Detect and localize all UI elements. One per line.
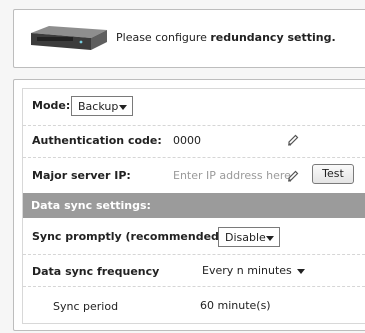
data-sync-header: Data sync settings: [23, 193, 365, 218]
mode-select[interactable]: Backup [71, 96, 133, 116]
sync-promptly-select[interactable]: Disable [218, 227, 280, 247]
sync-promptly-label: Sync promptly (recommended) [32, 230, 224, 243]
server-ip-input[interactable]: Enter IP address here [173, 169, 291, 182]
info-panel: Please configure redundancy setting. [13, 9, 365, 68]
mode-select-value: Backup [78, 100, 119, 113]
sync-frequency-label: Data sync frequency [32, 265, 160, 278]
chevron-down-icon [296, 269, 305, 274]
sync-period-label: Sync period [53, 300, 119, 313]
auth-code-row: Authentication code: 0000 [23, 125, 365, 158]
auth-code-value[interactable]: 0000 [173, 134, 201, 147]
sync-frequency-value: Every n minutes [202, 264, 292, 277]
settings-form: Mode: Backup Authentication code: 0000 M… [22, 88, 365, 324]
sync-promptly-row: Sync promptly (recommended) Disable [23, 218, 365, 255]
pencil-icon[interactable] [286, 133, 300, 147]
server-ip-row: Major server IP: Enter IP address here T… [23, 157, 365, 193]
test-button[interactable]: Test [312, 164, 354, 184]
chevron-down-icon [266, 236, 274, 241]
chevron-down-icon [119, 105, 127, 110]
sync-period-value[interactable]: 60 minute(s) [200, 299, 271, 312]
mode-row: Mode: Backup [23, 89, 365, 126]
mode-label: Mode: [32, 99, 71, 112]
server-ip-label: Major server IP: [32, 169, 131, 182]
settings-panel: Mode: Backup Authentication code: 0000 M… [13, 79, 365, 331]
auth-code-label: Authentication code: [32, 134, 162, 147]
pencil-icon[interactable] [286, 169, 300, 183]
nas-device-icon [31, 26, 107, 50]
config-message: Please configure redundancy setting. [116, 31, 336, 44]
sync-period-row: Sync period 60 minute(s) [23, 286, 365, 323]
sync-frequency-row: Data sync frequency Every n minutes [23, 254, 365, 287]
sync-frequency-select[interactable]: Every n minutes [202, 264, 306, 277]
sync-promptly-value: Disable [225, 231, 266, 244]
